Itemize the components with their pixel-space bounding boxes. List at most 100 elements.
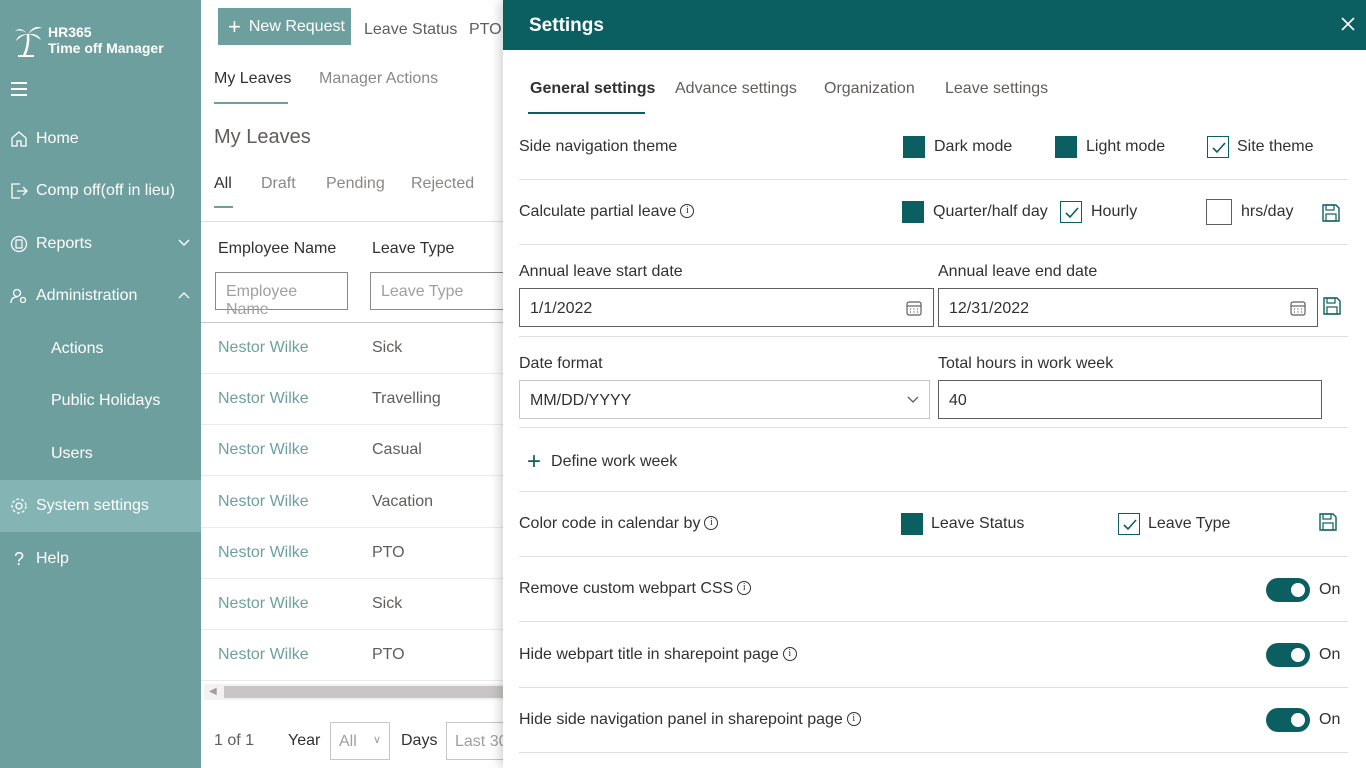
annual-start-date-input[interactable]: 1/1/2022 xyxy=(519,288,934,327)
admin-icon xyxy=(9,286,29,306)
calendar-icon[interactable] xyxy=(1289,299,1307,317)
leave-type-filter-input[interactable]: Leave Type xyxy=(370,272,503,310)
hide-side-nav-text: Hide side navigation panel in sharepoint… xyxy=(519,711,843,728)
dark-mode-checkbox[interactable] xyxy=(903,136,925,158)
home-icon xyxy=(9,129,29,149)
employee-name-link[interactable]: Nestor Wilke xyxy=(218,441,309,459)
scroll-left-icon[interactable]: ◀ xyxy=(209,686,217,697)
employee-name-filter-input[interactable]: Employee Name xyxy=(215,272,348,318)
leave-type-checkbox[interactable] xyxy=(1118,513,1140,535)
employee-name-link[interactable]: Nestor Wilke xyxy=(218,646,309,664)
hide-side-nav-toggle[interactable] xyxy=(1266,708,1310,732)
site-theme-checkbox[interactable] xyxy=(1207,136,1229,158)
divider xyxy=(201,221,503,222)
hide-webpart-title-toggle[interactable] xyxy=(1266,643,1310,667)
filter-tab-all[interactable]: All xyxy=(214,175,232,193)
leave-status-option-label: Leave Status xyxy=(931,515,1025,532)
checkmark-icon xyxy=(1123,519,1137,531)
tab-my-leaves[interactable]: My Leaves xyxy=(214,70,291,88)
sidebar-item-users[interactable]: Users xyxy=(0,428,201,480)
save-icon[interactable] xyxy=(1322,296,1342,316)
employee-name-link[interactable]: Nestor Wilke xyxy=(218,595,309,613)
hide-side-nav-label: Hide side navigation panel in sharepoint… xyxy=(519,711,861,729)
divider xyxy=(519,621,1348,622)
sidebar-item-label: Actions xyxy=(51,340,104,357)
pto-label: PTO: xyxy=(469,21,503,38)
info-icon[interactable]: i xyxy=(846,712,861,726)
info-icon[interactable]: i xyxy=(782,647,797,661)
sidebar-item-actions[interactable]: Actions xyxy=(0,323,201,375)
info-icon[interactable]: i xyxy=(737,581,752,595)
filter-tab-pending[interactable]: Pending xyxy=(326,175,385,193)
annual-end-label: Annual leave end date xyxy=(938,263,1098,280)
chevron-down-icon: ∨ xyxy=(372,734,381,746)
employee-name-link[interactable]: Nestor Wilke xyxy=(218,493,309,511)
app-logo[interactable]: HR365 Time off Manager xyxy=(14,22,164,58)
table-row[interactable]: Nestor Wilke PTO xyxy=(201,528,503,579)
save-icon[interactable] xyxy=(1321,203,1341,223)
sidebar-item-home[interactable]: Home xyxy=(0,113,201,165)
scrollbar-thumb[interactable] xyxy=(224,686,503,698)
toggle-knob xyxy=(1291,583,1305,597)
filter-tab-draft[interactable]: Draft xyxy=(261,175,296,193)
table-row[interactable]: Nestor Wilke Sick xyxy=(201,579,503,630)
date-format-select[interactable]: MM/DD/YYYY xyxy=(519,380,930,419)
new-request-label: New Request xyxy=(248,17,345,35)
table-row[interactable]: Nestor Wilke Casual xyxy=(201,425,503,476)
leave-type-option-label: Leave Type xyxy=(1148,515,1231,532)
annual-start-value: 1/1/2022 xyxy=(530,300,593,317)
hourly-checkbox[interactable] xyxy=(1060,201,1082,223)
leave-status-link[interactable]: Leave Status xyxy=(364,21,457,39)
sidebar-item-label: Help xyxy=(36,550,69,567)
work-week-hours-value: 40 xyxy=(949,392,967,409)
quarter-half-day-checkbox[interactable] xyxy=(902,201,924,223)
toggle-state-label: On xyxy=(1319,581,1341,598)
define-work-week-button[interactable]: + Define work week xyxy=(527,450,677,474)
new-request-button[interactable]: + New Request xyxy=(218,8,351,45)
reports-icon xyxy=(9,234,29,254)
close-icon[interactable] xyxy=(1338,14,1358,34)
leave-status-checkbox[interactable] xyxy=(901,513,923,535)
days-label: Days xyxy=(401,732,438,749)
save-icon[interactable] xyxy=(1318,512,1338,532)
hrs-per-day-input[interactable] xyxy=(1206,199,1232,225)
filter-tab-rejected[interactable]: Rejected xyxy=(411,175,474,193)
date-format-value: MM/DD/YYYY xyxy=(530,392,632,409)
column-header-leave-type[interactable]: Leave Type xyxy=(372,240,454,258)
toggle-state-label: On xyxy=(1319,646,1341,663)
year-select[interactable]: All ∨ xyxy=(330,722,390,760)
hide-webpart-title-label: Hide webpart title in sharepoint page i xyxy=(519,646,797,664)
sidebar-item-label: Administration xyxy=(36,287,138,304)
days-select[interactable]: Last 30 xyxy=(446,722,503,760)
tab-manager-actions[interactable]: Manager Actions xyxy=(319,70,438,88)
tab-advance-settings[interactable]: Advance settings xyxy=(675,80,797,98)
sidebar-item-comp-off[interactable]: Comp off(off in lieu) xyxy=(0,165,201,217)
tab-general-settings[interactable]: General settings xyxy=(530,80,655,98)
horizontal-scrollbar[interactable]: ◀ xyxy=(204,684,503,700)
divider xyxy=(519,427,1348,428)
sidebar-item-administration[interactable]: Administration xyxy=(0,270,201,322)
table-row[interactable]: Nestor Wilke Vacation xyxy=(201,477,503,528)
calendar-icon[interactable] xyxy=(905,299,923,317)
sidebar-item-help[interactable]: ? Help xyxy=(0,533,201,585)
tab-leave-settings[interactable]: Leave settings xyxy=(945,80,1048,98)
sidebar-item-reports[interactable]: Reports xyxy=(0,218,201,270)
work-week-hours-input[interactable]: 40 xyxy=(938,380,1322,419)
info-icon[interactable]: i xyxy=(704,516,719,530)
sidebar-item-system-settings[interactable]: System settings xyxy=(0,480,201,532)
table-row[interactable]: Nestor Wilke PTO xyxy=(201,630,503,681)
employee-name-link[interactable]: Nestor Wilke xyxy=(218,390,309,408)
hamburger-menu-icon[interactable] xyxy=(11,82,29,100)
sidebar-item-public-holidays[interactable]: Public Holidays xyxy=(0,375,201,427)
employee-name-link[interactable]: Nestor Wilke xyxy=(218,339,309,357)
employee-name-link[interactable]: Nestor Wilke xyxy=(218,544,309,562)
light-mode-checkbox[interactable] xyxy=(1055,136,1077,158)
table-row[interactable]: Nestor Wilke Sick xyxy=(201,323,503,374)
remove-custom-css-toggle[interactable] xyxy=(1266,578,1310,602)
help-icon: ? xyxy=(13,548,24,569)
column-header-employee[interactable]: Employee Name xyxy=(218,240,336,258)
table-row[interactable]: Nestor Wilke Travelling xyxy=(201,374,503,425)
annual-end-date-input[interactable]: 12/31/2022 xyxy=(938,288,1318,327)
tab-organization[interactable]: Organization xyxy=(824,80,915,98)
info-icon[interactable]: i xyxy=(680,204,695,218)
